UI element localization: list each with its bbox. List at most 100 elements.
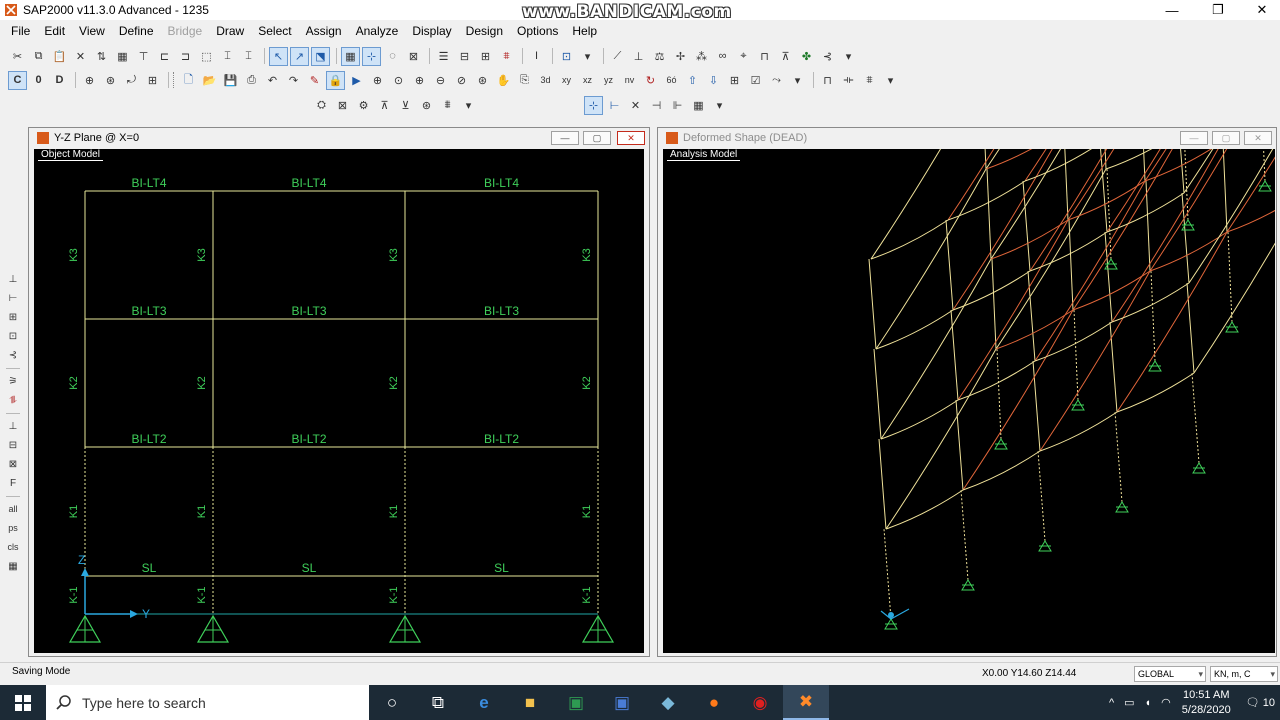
assign-release-icon[interactable]: ⊰ [4,346,22,364]
pan-hand-icon[interactable]: ✋ [494,71,513,90]
tendon-icon[interactable]: ⊰ [818,47,837,66]
cortana-button[interactable]: ○ [369,685,415,720]
paste-icon[interactable]: 📋 [50,47,69,66]
crosshair-icon[interactable]: ⊕ [80,71,99,90]
notifications-icon[interactable]: 🗨 10 [1246,696,1275,709]
open-icon[interactable]: 📂 [200,71,219,90]
task-view-button[interactable]: ⧉ [415,685,461,720]
volume-icon[interactable]: ◖ [1145,697,1152,709]
child-minimize-button[interactable]: — [551,131,579,145]
select-pointer-icon[interactable]: ↖ [269,46,288,66]
menu-edit[interactable]: Edit [37,21,72,41]
menu-bridge[interactable]: Bridge [161,21,210,41]
snap-intersect-icon[interactable]: ✕ [626,96,645,115]
select-all-icon[interactable]: all [4,500,22,518]
table-icon[interactable]: ☰ [434,47,453,66]
wifi-icon[interactable]: ◠ [1161,696,1171,709]
rotate-icon[interactable]: ⤾ [122,71,141,90]
grid-icon[interactable]: ▦ [113,47,132,66]
tool-o-icon[interactable]: 0 [29,71,48,90]
mass-icon[interactable]: ⌖ [734,47,753,66]
yz-frame-drawing[interactable]: BI-LT4 BI-LT4 BI-LT4 BI-LT3 BI-LT3 BI-LT3 BI-L… [34,149,644,653]
child-minimize-button[interactable]: — [1180,131,1208,145]
child-close-button[interactable]: ✕ [617,131,645,145]
merge-icon[interactable]: ⌶ [239,47,258,66]
assign-spring-icon[interactable]: ⚞ [4,372,22,390]
restraint-icon[interactable]: ⊥ [629,47,648,66]
refresh-icon[interactable]: ✎ [305,71,324,90]
frame-section-icon[interactable]: ⊟ [455,47,474,66]
close-button[interactable]: ✕ [1240,0,1280,20]
more-icon[interactable]: ▾ [839,47,858,66]
down-icon[interactable]: ⇩ [704,71,723,90]
save-icon[interactable]: 💾 [221,71,240,90]
zoom-extent-icon[interactable]: ⎘ [515,71,534,90]
coordinate-system-select[interactable]: GLOBAL [1134,666,1206,682]
snap-end-icon[interactable]: ⊢ [605,96,624,115]
deformed-shape-window[interactable]: Deformed Shape (DEAD) — ▢ ✕ Analysis Mod… [657,127,1277,657]
more-icon[interactable]: ▾ [881,71,900,90]
select-grid-icon[interactable]: ▦ [4,557,22,575]
snap-perp-icon[interactable]: ⊣ [647,96,666,115]
menu-file[interactable]: File [4,21,37,41]
divide-icon[interactable]: ⊏ [155,47,174,66]
release-icon[interactable]: ✢ [671,47,690,66]
loads-icon[interactable]: ⩨ [497,47,516,66]
show-deformed-icon[interactable]: ⤳ [767,71,786,90]
section-i-icon[interactable]: I [527,47,546,66]
rotate-3d-icon[interactable]: ↻ [641,71,660,90]
dropdown-icon[interactable]: ▾ [788,71,807,90]
notes-button[interactable]: ◆ [645,685,691,720]
more-icon[interactable]: ▾ [459,96,478,115]
object-model-viewport[interactable]: Object Model BI-LT4 BI-LT4 BI-LT4 BI-LT3 BI-… [34,149,644,653]
dropdown-icon[interactable]: ▾ [578,47,597,66]
view-yz-icon[interactable]: yz [599,71,618,90]
draw-cut-icon[interactable]: ⩩ [438,96,457,115]
deformed-3d-drawing[interactable] [663,149,1275,653]
child-close-button[interactable]: ✕ [1244,131,1272,145]
draw-quick-icon[interactable]: ⚙ [354,96,373,115]
undo-icon[interactable]: ↶ [263,71,282,90]
clear-selection-icon[interactable]: cls [4,538,22,556]
view-nv-icon[interactable]: nv [620,71,639,90]
print-icon[interactable]: ⎙ [242,71,261,90]
yz-plane-window[interactable]: Y-Z Plane @ X=0 — ▢ ✕ Object Model BI-LT… [28,127,650,657]
delete-icon[interactable]: ✕ [71,47,90,66]
taskbar-search-box[interactable]: Type here to search [46,685,369,720]
zoom-point-icon[interactable]: ⊛ [101,71,120,90]
assign-link-icon[interactable]: ⊡ [4,327,22,345]
constraint-icon[interactable]: ⁂ [692,47,711,66]
snap-joint-icon[interactable]: ⊹ [584,95,603,115]
panel-zone-icon[interactable]: ⊼ [776,47,795,66]
view-xy-icon[interactable]: xy [557,71,576,90]
taskbar-clock[interactable]: 10:51 AM 5/28/2020 [1182,688,1231,718]
menu-select[interactable]: Select [251,21,298,41]
reshape-icon[interactable]: ↗ [290,46,309,66]
bandicam-button[interactable]: ◉ [737,685,783,720]
child-maximize-button[interactable]: ▢ [1212,131,1240,145]
draw-poly-icon[interactable]: ⛭ [312,96,331,115]
show-undeformed-icon[interactable]: ☑ [746,71,765,90]
firefox-button[interactable]: ● [691,685,737,720]
up-icon[interactable]: ⇧ [683,71,702,90]
hinge-result-icon[interactable]: ⊞ [143,71,162,90]
battery-icon[interactable]: ▭ [1124,696,1134,709]
replicate-icon[interactable]: ⇅ [92,47,111,66]
assign-group-icon[interactable]: ⊟ [4,436,22,454]
start-button[interactable] [0,685,46,720]
move-icon[interactable]: ⬚ [197,47,216,66]
snap-mid-icon[interactable]: ◌ [383,47,402,66]
assign-force-icon[interactable]: F [4,474,22,492]
menu-draw[interactable]: Draw [209,21,251,41]
load-case-icon[interactable]: ⊞ [476,47,495,66]
area-section-icon[interactable]: ⊡ [557,47,576,66]
menu-analyze[interactable]: Analyze [349,21,406,41]
view-3d-icon[interactable]: 3d [536,71,555,90]
child-maximize-button[interactable]: ▢ [583,131,611,145]
draw-link-icon[interactable]: ⊻ [396,96,415,115]
assign-joint-icon[interactable]: ⊥ [4,270,22,288]
show-forces-icon[interactable]: ⊓ [818,71,837,90]
new-model-icon[interactable]: 🗋 [179,71,198,90]
more-icon[interactable]: ▾ [710,96,729,115]
assign-area-icon[interactable]: ⊞ [4,308,22,326]
